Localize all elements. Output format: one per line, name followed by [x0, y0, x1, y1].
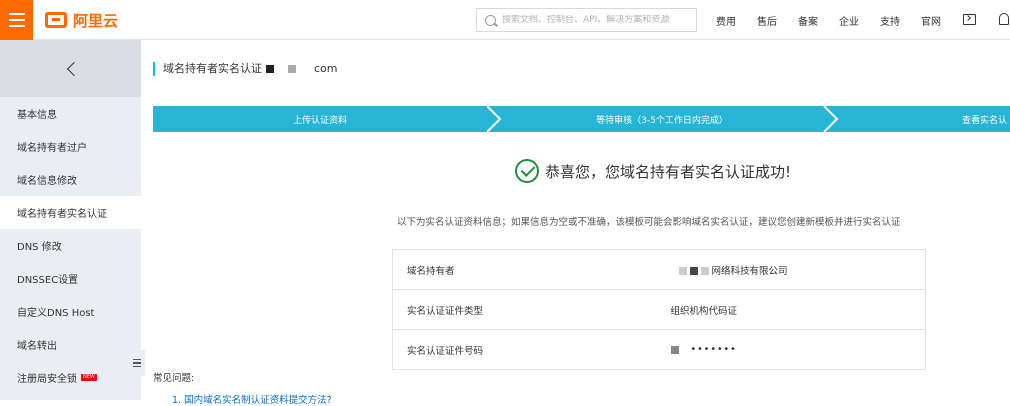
nav-after-sales[interactable]: 售后 [757, 13, 777, 28]
id-number: ••••••• [690, 344, 737, 355]
table-key: 域名持有者 [392, 249, 671, 290]
page-title: 域名持有者实名认证 com [153, 62, 338, 76]
success-text: 恭喜您，您域名持有者实名认证成功! [545, 162, 792, 181]
nav-official-site[interactable]: 官网 [921, 13, 941, 28]
top-bar: 阿里云 费用 售后 备案 企业 支持 官网 [0, 0, 1010, 40]
table-key: 实名认证证件号码 [392, 329, 671, 370]
step-review: 等待审核（3-5个工作日内完成） [596, 115, 728, 126]
redacted-block [678, 267, 687, 275]
redacted-block [689, 267, 698, 275]
back-button[interactable] [0, 40, 141, 97]
sidebar-item-registry-lock[interactable]: 注册局安全锁 NEW [0, 361, 141, 394]
table-key: 实名认证证件类型 [392, 289, 671, 330]
holder-name: 网络科技有限公司 [711, 265, 788, 277]
menu-icon[interactable] [0, 0, 33, 40]
aliyun-logo-icon [45, 12, 67, 28]
sidebar-item-dnssec[interactable]: DNSSEC设置 [0, 262, 141, 295]
step-upload: 上传认证资料 [153, 106, 487, 132]
nav-fees[interactable]: 费用 [716, 13, 736, 28]
sidebar-item-basic-info[interactable]: 基本信息 [0, 97, 141, 130]
new-badge: NEW [81, 374, 97, 381]
redacted-block [266, 65, 274, 73]
top-nav: 费用 售后 备案 企业 支持 官网 [716, 0, 962, 40]
table-value: ••••••• [670, 329, 926, 370]
sidebar-item-dns-modify[interactable]: DNS 修改 [0, 229, 141, 262]
redacted-block [670, 345, 679, 354]
notice-text: 以下为实名认证资料信息；如果信息为空或不准确，该模板可能会影响域名实名认证，建议… [397, 217, 901, 228]
nav-support[interactable]: 支持 [880, 13, 900, 28]
check-circle-icon [515, 159, 539, 183]
redacted-block [700, 267, 709, 275]
nav-icp-filing[interactable]: 备案 [798, 13, 818, 28]
bell-icon[interactable] [999, 13, 1009, 25]
sidebar-item-holder-transfer[interactable]: 域名持有者过户 [0, 130, 141, 163]
page-title-text: 域名持有者实名认证 [163, 62, 262, 75]
sidebar-item-real-name-auth[interactable]: 域名持有者实名认证 [0, 196, 141, 229]
terminal-icon[interactable] [963, 14, 976, 25]
logo-text: 阿里云 [73, 11, 119, 30]
info-table: 域名持有者 网络科技有限公司 实名认证证件类型 组织机构代码证 实名认证证件号码… [392, 249, 926, 370]
faq-label: 常见问题: [153, 373, 195, 384]
chevron-left-icon [66, 61, 81, 76]
search-box[interactable] [476, 8, 697, 32]
search-icon [485, 14, 496, 26]
logo[interactable]: 阿里云 [45, 10, 118, 30]
faq-link[interactable]: 1. 国内域名实名制认证资料提交方法? [172, 392, 332, 406]
progress-steps: 上传认证资料 等待审核（3-5个工作日内完成） 查看实名认 [153, 106, 1010, 132]
sidebar-item-label: 注册局安全锁 [17, 374, 77, 385]
table-row: 实名认证证件号码 ••••••• [392, 329, 926, 370]
success-message: 恭喜您，您域名持有者实名认证成功! [515, 158, 791, 184]
sidebar: 基本信息 域名持有者过户 域名信息修改 域名持有者实名认证 DNS 修改 DNS… [0, 40, 141, 400]
redacted-block [288, 65, 296, 73]
step-view: 查看实名认 [961, 115, 1007, 126]
search-input[interactable] [502, 15, 692, 25]
table-row: 域名持有者 网络科技有限公司 [392, 249, 926, 290]
sidebar-item-transfer-out[interactable]: 域名转出 [0, 328, 141, 361]
nav-enterprise[interactable]: 企业 [839, 13, 859, 28]
table-value: 网络科技有限公司 [670, 249, 926, 290]
table-value: 组织机构代码证 [670, 289, 926, 330]
sidebar-item-custom-dns-host[interactable]: 自定义DNS Host [0, 295, 141, 328]
domain-suffix: com [314, 62, 338, 75]
main-content: 域名持有者实名认证 com 上传认证资料 等待审核（3-5个工作日内完成） 查看… [141, 40, 1010, 406]
table-row: 实名认证证件类型 组织机构代码证 [392, 289, 926, 330]
sidebar-item-info-modify[interactable]: 域名信息修改 [0, 163, 141, 196]
